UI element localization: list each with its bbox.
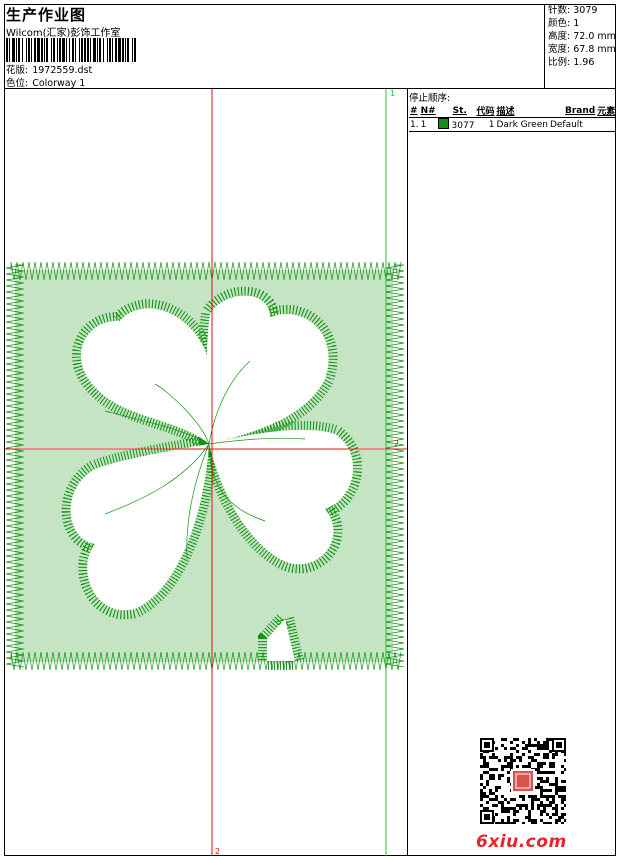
col-header-element: 元素: [597, 107, 616, 117]
stop-sequence-panel: 停止顺序: # N# St. 代码 描述 Brand 元素 1. 1 3077 …: [409, 89, 617, 132]
stat-label: 高度:: [548, 31, 571, 42]
guide-label-bottom: 2: [215, 847, 220, 856]
row-brand: Default: [549, 119, 583, 130]
design-stats: 针数: 3079 颜色: 1 高度: 72.0 mm 宽度: 67.8 mm 比…: [544, 4, 616, 88]
qr-code-image: [480, 738, 566, 824]
row-needle: 1: [420, 119, 427, 130]
col-header-description: 描述: [496, 107, 515, 117]
colorway-row: 色位: Colorway 1: [6, 75, 85, 89]
guide-label-top: 1: [390, 89, 395, 98]
col-header-brand: Brand: [564, 105, 596, 116]
header-info: 生产作业图 Wilcom(汇家)彭饰工作室 花版: 1972559.dst 色位:…: [6, 4, 542, 89]
row-code: 1: [488, 119, 495, 130]
stat-value: 67.8 mm: [573, 44, 616, 55]
stat-width: 宽度: 67.8 mm: [548, 43, 616, 56]
thread-color-swatch: [437, 118, 449, 129]
row-element: [596, 118, 616, 132]
stat-value: 1.96: [573, 57, 595, 68]
stop-sequence-caption: 停止顺序:: [409, 93, 451, 104]
row-stitches-cell: 3077: [437, 118, 476, 132]
stat-scale: 比例: 1.96: [548, 56, 616, 69]
col-header-needle: N#: [420, 105, 436, 116]
col-header-index: #: [410, 105, 418, 116]
row-index: 1.: [410, 119, 419, 130]
embroidery-design-preview: 1 2 2: [5, 89, 407, 856]
stat-label: 宽度:: [548, 44, 571, 55]
col-header-stitches: St.: [452, 105, 467, 116]
page-title: 生产作业图: [6, 6, 87, 24]
clover-leaf: [209, 429, 354, 565]
company-name: Wilcom(汇家)彭饰工作室: [6, 28, 121, 39]
row-stitches: 3077: [451, 121, 475, 131]
watermark-logo: 6xiu.com: [476, 832, 567, 852]
stop-sequence-table: # N# St. 代码 描述 Brand 元素 1. 1 3077 1 Dark…: [409, 104, 617, 132]
stat-label: 针数:: [548, 5, 571, 16]
stat-height: 高度: 72.0 mm: [548, 30, 616, 43]
row-description: Dark Green: [496, 119, 548, 130]
design-file-row: 花版: 1972559.dst: [6, 62, 92, 76]
barcode-image: [6, 38, 136, 62]
stat-value: 72.0 mm: [573, 31, 616, 42]
guide-label-right: 2: [394, 439, 399, 448]
table-row: 1. 1 3077 1 Dark Green Default: [409, 118, 617, 132]
stat-label: 颜色:: [548, 18, 571, 29]
stat-label: 比例:: [548, 57, 571, 68]
panel-divider: [407, 88, 408, 856]
stat-value: 1: [573, 18, 580, 29]
col-header-code: 代码: [476, 107, 495, 117]
stat-colors: 颜色: 1: [548, 17, 616, 30]
stat-value: 3079: [573, 5, 598, 16]
stat-stitches: 针数: 3079: [548, 4, 616, 17]
